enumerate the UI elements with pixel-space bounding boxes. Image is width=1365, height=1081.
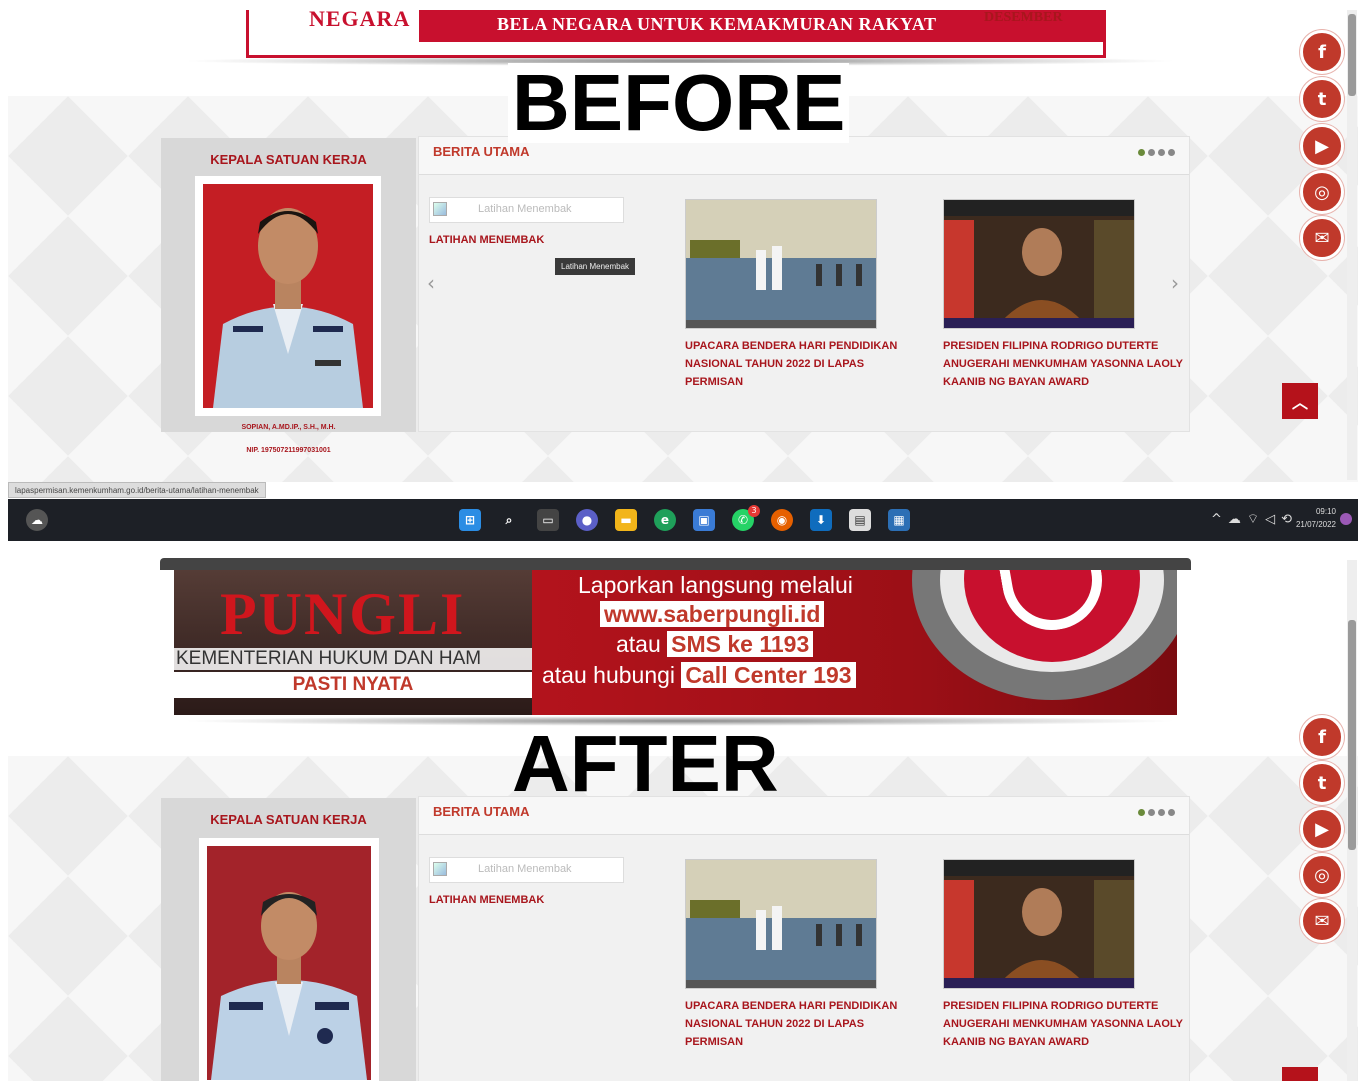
mail-icon[interactable]: ✉ xyxy=(1300,216,1344,260)
video-conference-image-icon xyxy=(944,200,1134,328)
edge-icon[interactable]: e xyxy=(654,509,676,531)
notification-icon[interactable] xyxy=(1340,513,1352,525)
kepala-photo-frame xyxy=(195,176,381,416)
document-app-icon[interactable]: ▤ xyxy=(849,509,871,531)
twitter-icon[interactable]: t xyxy=(1300,761,1344,805)
sms-number: SMS ke 1193 xyxy=(667,631,814,657)
kepala-title: KEPALA SATUAN KERJA xyxy=(210,152,367,167)
kepala-satuan-kerja-panel: KEPALA SATUAN KERJA xyxy=(161,798,416,1081)
clock[interactable]: 09:10 21/07/2022 xyxy=(1296,505,1336,531)
pungli-heading: PUNGLI xyxy=(220,581,466,647)
news-item[interactable]: UPACARA BENDERA HARI PENDIDIKAN NASIONAL… xyxy=(685,859,925,1051)
broken-image-placeholder[interactable]: Latihan Menembak xyxy=(429,197,624,223)
store-icon[interactable]: ▣ xyxy=(693,509,715,531)
file-explorer-icon[interactable]: ▬ xyxy=(615,509,637,531)
saber-pungli-banner: PUNGLI KEMENTERIAN HUKUM DAN HAM PASTI N… xyxy=(160,558,1191,718)
kepala-title: KEPALA SATUAN KERJA xyxy=(210,812,367,827)
flag-ceremony-image-icon xyxy=(686,860,876,988)
news-item[interactable]: Latihan Menembak LATIHAN MENEMBAK xyxy=(429,197,669,249)
system-tray-icons[interactable]: ^☁⌔◁⟲ xyxy=(1211,511,1298,527)
news-item[interactable]: UPACARA BENDERA HARI PENDIDIKAN NASIONAL… xyxy=(685,199,925,391)
start-icon[interactable]: ⊞ xyxy=(459,509,481,531)
before-label: BEFORE xyxy=(508,63,850,143)
news-caption[interactable]: LATIHAN MENEMBAK xyxy=(429,231,669,249)
carousel-prev-icon[interactable]: ‹ xyxy=(427,271,435,295)
scroll-top-button[interactable] xyxy=(1282,1067,1318,1081)
kepala-photo xyxy=(207,846,371,1080)
bela-negara-banner: NEGARA BELA NEGARA UNTUK KEMAKMURAN RAKY… xyxy=(246,10,1106,58)
instagram-icon[interactable]: ◎ xyxy=(1300,853,1344,897)
windows-taskbar: ☁ ⊞ ⌕ ▭ ● ▬ e ▣ ✆ 3 ◉ ⬇ ▤ ▦ ^☁⌔◁⟲ 09:10 … xyxy=(8,499,1358,541)
news-caption[interactable]: PRESIDEN FILIPINA RODRIGO DUTERTE ANUGER… xyxy=(943,337,1183,391)
news-caption[interactable]: UPACARA BENDERA HARI PENDIDIKAN NASIONAL… xyxy=(685,997,925,1051)
news-thumbnail[interactable] xyxy=(943,859,1135,989)
carousel-dots[interactable] xyxy=(1138,149,1175,156)
pungli-right-panel: Laporkan langsung melalui www.saberpungl… xyxy=(532,570,1177,715)
youtube-icon[interactable]: ▶ xyxy=(1300,124,1344,168)
kepala-name: SOPIAN, A.MD.IP., S.H., M.H. xyxy=(241,424,336,431)
video-conference-image-icon xyxy=(944,860,1134,988)
flag-ceremony-image-icon xyxy=(686,200,876,328)
news-thumbnail[interactable] xyxy=(685,859,877,989)
before-after-comparison: NEGARA BELA NEGARA UNTUK KEMAKMURAN RAKY… xyxy=(0,0,1365,1081)
saberpungli-url[interactable]: www.saberpungli.id xyxy=(600,601,825,627)
berita-utama-panel: BERITA UTAMA Latihan Menembak LATIHAN ME… xyxy=(418,796,1190,1081)
news-item[interactable]: PRESIDEN FILIPINA RODRIGO DUTERTE ANUGER… xyxy=(943,199,1183,391)
atau-text: atau xyxy=(616,631,661,657)
pungli-left-panel: PUNGLI KEMENTERIAN HUKUM DAN HAM PASTI N… xyxy=(174,570,532,715)
download-app-icon[interactable]: ⬇ xyxy=(810,509,832,531)
clock-date: 21/07/2022 xyxy=(1295,520,1336,529)
photos-app-icon[interactable]: ▦ xyxy=(888,509,910,531)
news-caption[interactable]: PRESIDEN FILIPINA RODRIGO DUTERTE ANUGER… xyxy=(943,997,1183,1051)
officer-portrait-icon xyxy=(207,846,371,1080)
after-scrollbar[interactable] xyxy=(1347,560,1357,1081)
youtube-icon[interactable]: ▶ xyxy=(1300,807,1344,851)
notification-badge: 3 xyxy=(748,505,760,517)
mail-icon[interactable]: ✉ xyxy=(1300,899,1344,943)
news-caption[interactable]: LATIHAN MENEMBAK xyxy=(429,891,669,909)
news-item[interactable]: Latihan Menembak LATIHAN MENEMBAK xyxy=(429,857,669,909)
officer-portrait-icon xyxy=(203,184,373,408)
search-icon[interactable]: ⌕ xyxy=(498,509,520,531)
twitter-icon[interactable]: t xyxy=(1300,77,1344,121)
clock-time: 09:10 xyxy=(1315,507,1336,516)
banner-left-word: NEGARA xyxy=(309,10,411,31)
banner-top-edge xyxy=(160,558,1191,570)
news-thumbnail[interactable] xyxy=(943,199,1135,329)
banner-slogan: BELA NEGARA UNTUK KEMAKMURAN RAKYAT xyxy=(497,14,937,34)
report-line: Laporkan langsung melalui xyxy=(578,572,853,598)
kepala-satuan-kerja-panel: KEPALA SATUAN KERJA xyxy=(161,138,416,432)
facebook-icon[interactable]: f xyxy=(1300,30,1344,74)
kepala-photo xyxy=(203,184,373,408)
status-bar-url: lapaspermisan.kemenkumham.go.id/berita-u… xyxy=(8,482,266,498)
broken-image-placeholder[interactable]: Latihan Menembak xyxy=(429,857,624,883)
firefox-icon[interactable]: ◉ xyxy=(771,509,793,531)
weather-icon[interactable]: ☁ xyxy=(26,509,48,531)
news-caption[interactable]: UPACARA BENDERA HARI PENDIDIKAN NASIONAL… xyxy=(685,337,925,391)
task-view-icon[interactable]: ▭ xyxy=(537,509,559,531)
kementerian-text: KEMENTERIAN HUKUM DAN HAM xyxy=(174,648,532,670)
after-label: AFTER xyxy=(512,719,779,808)
news-item[interactable]: PRESIDEN FILIPINA RODRIGO DUTERTE ANUGER… xyxy=(943,859,1183,1051)
instagram-icon[interactable]: ◎ xyxy=(1300,170,1344,214)
kepala-nip: NIP. 197507211997031001 xyxy=(246,447,331,454)
scroll-top-button[interactable]: ︿ xyxy=(1282,383,1318,419)
call-center-number: Call Center 193 xyxy=(681,662,856,688)
banner-date: DESEMBER xyxy=(984,10,1063,25)
chat-icon[interactable]: ● xyxy=(576,509,598,531)
before-scrollbar[interactable] xyxy=(1347,10,1357,480)
link-tooltip: Latihan Menembak xyxy=(555,258,636,275)
carousel-dots[interactable] xyxy=(1138,809,1175,816)
pasti-nyata-text: PASTI NYATA xyxy=(174,672,532,698)
news-thumbnail[interactable] xyxy=(685,199,877,329)
kepala-photo-frame xyxy=(199,838,379,1081)
atau-hubungi-text: atau hubungi xyxy=(542,662,676,688)
facebook-icon[interactable]: f xyxy=(1300,715,1344,759)
berita-utama-panel: BERITA UTAMA Latihan Menembak LATIHAN ME… xyxy=(418,136,1190,432)
